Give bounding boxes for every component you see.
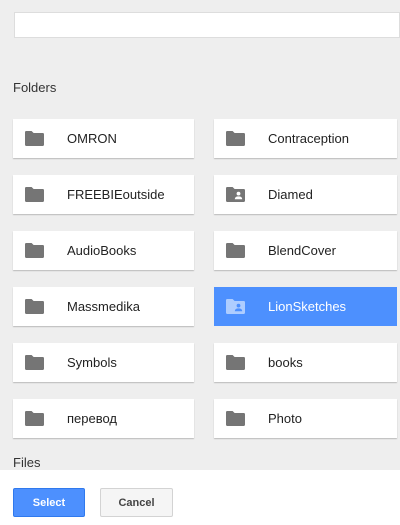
folder-name: BlendCover <box>268 243 336 258</box>
folder-tile[interactable]: Symbols <box>13 343 194 382</box>
folder-tile[interactable]: OMRON <box>13 119 194 158</box>
select-button[interactable]: Select <box>13 488 85 517</box>
folder-name: books <box>268 355 303 370</box>
dialog-footer: Select Cancel <box>0 470 400 525</box>
shared-folder-icon <box>226 299 245 314</box>
folder-tile[interactable]: Diamed <box>214 175 397 214</box>
folder-name: Contraception <box>268 131 349 146</box>
folder-name: LionSketches <box>268 299 347 314</box>
folder-tile[interactable]: LionSketches <box>214 287 397 326</box>
folder-name: Symbols <box>67 355 117 370</box>
search-input[interactable] <box>15 13 399 37</box>
folder-icon <box>226 131 245 146</box>
folder-tile[interactable]: перевод <box>13 399 194 438</box>
folder-name: Diamed <box>268 187 313 202</box>
folder-icon <box>25 411 44 426</box>
cancel-button[interactable]: Cancel <box>100 488 173 517</box>
folder-tile[interactable]: books <box>214 343 397 382</box>
search-bar[interactable] <box>14 12 400 38</box>
folder-name: Massmedika <box>67 299 140 314</box>
folder-name: Photo <box>268 411 302 426</box>
folder-tile[interactable]: Photo <box>214 399 397 438</box>
folder-icon <box>25 187 44 202</box>
folder-icon <box>226 355 245 370</box>
folder-tile[interactable]: BlendCover <box>214 231 397 270</box>
shared-folder-icon <box>226 187 245 202</box>
folder-tile[interactable]: AudioBooks <box>13 231 194 270</box>
folder-tile[interactable]: Contraception <box>214 119 397 158</box>
folder-icon <box>25 355 44 370</box>
folder-name: OMRON <box>67 131 117 146</box>
folder-name: перевод <box>67 411 118 426</box>
folder-icon <box>25 131 44 146</box>
folders-section-label: Folders <box>13 80 57 95</box>
folder-icon <box>226 411 245 426</box>
files-section-label: Files <box>13 455 41 470</box>
folder-tile[interactable]: Massmedika <box>13 287 194 326</box>
folder-icon <box>226 243 245 258</box>
folder-tile[interactable]: FREEBIEoutside <box>13 175 194 214</box>
folder-icon <box>25 299 44 314</box>
folder-icon <box>25 243 44 258</box>
folder-name: AudioBooks <box>67 243 137 258</box>
folder-name: FREEBIEoutside <box>67 187 165 202</box>
folder-grid: OMRON Contraception FREEBIEoutside Diamed Au… <box>13 119 397 438</box>
